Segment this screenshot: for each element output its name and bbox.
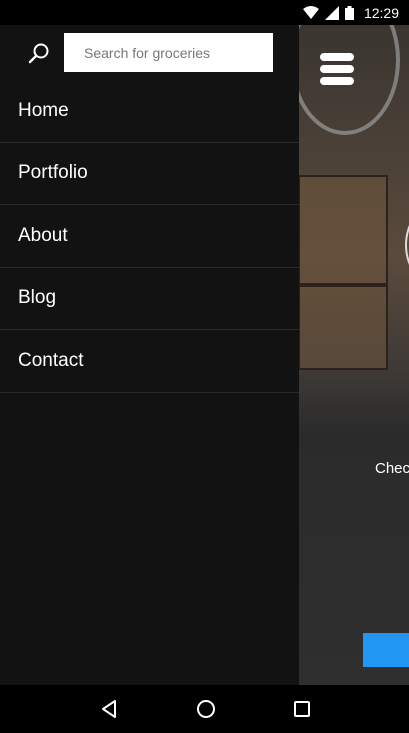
nav-item-label: About xyxy=(18,224,68,246)
search-icon[interactable] xyxy=(28,42,50,64)
signal-icon xyxy=(324,5,339,20)
navigation-drawer: Home Portfolio About Blog Contact xyxy=(0,25,299,685)
nav-item-portfolio[interactable]: Portfolio xyxy=(0,143,299,205)
background-cta-button[interactable] xyxy=(363,633,409,667)
recents-icon[interactable] xyxy=(293,700,311,718)
image-outline xyxy=(405,205,409,285)
search-row xyxy=(0,25,299,80)
nav-item-label: Contact xyxy=(18,349,84,371)
nav-list: Home Portfolio About Blog Contact xyxy=(0,80,299,393)
nav-item-contact[interactable]: Contact xyxy=(0,330,299,393)
nav-item-label: Blog xyxy=(18,287,57,309)
search-input[interactable] xyxy=(64,33,273,72)
background-heading: Chec xyxy=(375,460,409,477)
wifi-icon xyxy=(302,5,319,19)
home-icon[interactable] xyxy=(196,699,216,719)
back-icon[interactable] xyxy=(99,699,119,719)
nav-item-about[interactable]: About xyxy=(0,205,299,268)
status-bar: 12:29 xyxy=(0,0,409,25)
nav-item-blog[interactable]: Blog xyxy=(0,268,299,330)
crate-image xyxy=(298,285,388,370)
hamburger-menu-icon[interactable] xyxy=(320,53,354,87)
nav-item-label: Home xyxy=(18,99,69,121)
system-nav-bar xyxy=(0,685,409,733)
battery-icon xyxy=(344,5,354,20)
nav-item-label: Portfolio xyxy=(18,162,88,184)
crate-image xyxy=(298,175,388,285)
nav-item-home[interactable]: Home xyxy=(0,80,299,143)
status-time: 12:29 xyxy=(363,4,399,21)
